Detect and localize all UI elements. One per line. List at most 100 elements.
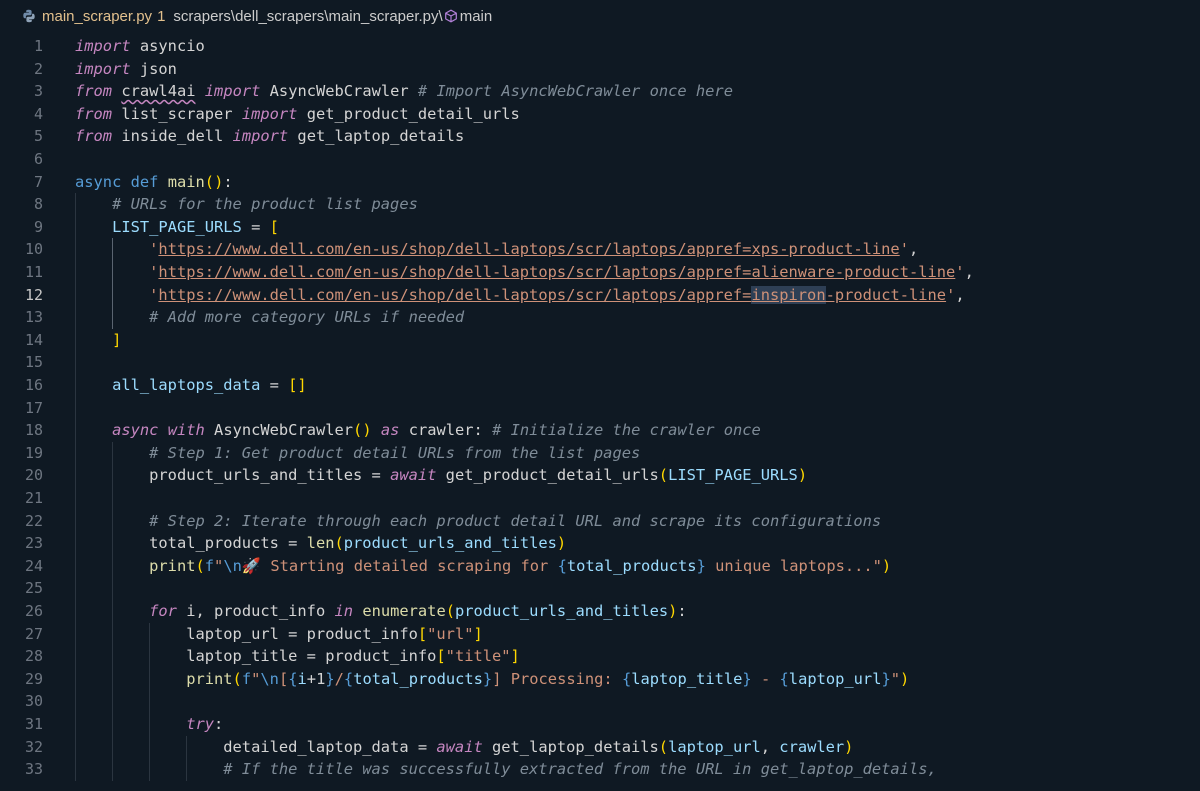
code-text: async def main(): [75, 172, 233, 191]
code-text: print(f"\n[{i+1}/{total_products}] Proce… [186, 669, 910, 688]
code-text: from inside_dell import get_laptop_detai… [75, 127, 465, 146]
line-number: 2 [33, 59, 43, 78]
code-line[interactable]: 15 [0, 351, 1200, 374]
code-line[interactable]: 5 from inside_dell import get_laptop_deta… [0, 125, 1200, 148]
line-number: 29 [24, 669, 43, 688]
code-text: # If the title was successfully extracte… [223, 760, 937, 779]
code-line[interactable]: 9 LIST_PAGE_URLS = [ [0, 216, 1200, 239]
code-line[interactable]: 30 [0, 690, 1200, 713]
code-text: import asyncio [75, 37, 205, 55]
code-line[interactable]: 11 'https://www.dell.com/en-us/shop/dell… [0, 261, 1200, 284]
line-number: 10 [24, 240, 43, 259]
breadcrumb-path[interactable]: scrapers\dell_scrapers\main_scraper.py\ [173, 8, 442, 25]
code-text: ] [112, 330, 122, 349]
breadcrumb-symbol[interactable]: main [460, 8, 493, 25]
line-number: 20 [24, 466, 43, 485]
code-text: laptop_title = product_info["title"] [186, 647, 520, 666]
line-number: 11 [24, 263, 43, 281]
indent-guide [75, 193, 76, 781]
code-line[interactable]: 29 print(f"\n[{i+1}/{total_products}] Pr… [0, 668, 1200, 691]
line-number: 1 [33, 37, 43, 55]
code-text: LIST_PAGE_URLS = [ [112, 217, 279, 236]
line-number: 6 [33, 150, 43, 168]
line-number: 13 [24, 308, 43, 327]
code-line[interactable]: 19 # Step 1: Get product detail URLs fro… [0, 442, 1200, 465]
code-line[interactable]: 14 ] [0, 329, 1200, 352]
line-number: 31 [24, 715, 43, 733]
code-text: # URLs for the product list pages [112, 195, 418, 214]
code-text: async with AsyncWebCrawler() as crawler:… [112, 421, 761, 440]
code-line[interactable]: 10 'https://www.dell.com/en-us/shop/dell… [0, 238, 1200, 261]
code-text: import json [75, 59, 177, 78]
code-line[interactable]: 33 # If the title was successfully extra… [0, 758, 1200, 781]
code-line[interactable]: 31 try: [0, 713, 1200, 736]
code-text: # Add more category URLs if needed [149, 308, 465, 327]
indent-guide [112, 441, 114, 781]
line-number: 30 [24, 692, 43, 711]
line-number: 4 [33, 104, 43, 123]
line-number: 32 [24, 737, 43, 756]
code-line[interactable]: 20 product_urls_and_titles = await get_p… [0, 464, 1200, 487]
code-text: # Step 2: Iterate through each product d… [149, 511, 882, 530]
line-number: 25 [24, 579, 43, 598]
problems-count: 1 [157, 7, 166, 25]
line-number: 5 [33, 127, 43, 146]
breadcrumb: main_scraper.py 1 scrapers\dell_scrapers… [0, 0, 1200, 32]
code-text: 'https://www.dell.com/en-us/shop/dell-la… [149, 285, 965, 304]
code-text: from crawl4ai import AsyncWebCrawler # I… [75, 82, 733, 101]
line-number: 23 [24, 534, 43, 553]
line-number: 33 [24, 760, 43, 779]
code-text: from list_scraper import get_product_det… [75, 104, 520, 123]
code-text: laptop_url = product_info["url"] [186, 624, 483, 643]
code-line[interactable]: 16 all_laptops_data = [] [0, 374, 1200, 397]
indent-guide [112, 238, 114, 329]
code-line[interactable]: 12 'https://www.dell.com/en-us/shop/dell… [0, 284, 1200, 307]
line-number: 7 [33, 172, 43, 191]
python-file-icon [22, 9, 36, 23]
line-number: 27 [24, 624, 43, 643]
code-line[interactable]: 2 import json [0, 58, 1200, 81]
code-editor[interactable]: 1 import asyncio 2 import json 3 from crawl4a… [0, 35, 1200, 791]
code-line[interactable]: 4 from list_scraper import get_product_de… [0, 103, 1200, 126]
indent-guide [149, 622, 151, 781]
code-line[interactable]: 1 import asyncio [0, 35, 1200, 58]
code-line[interactable]: 3 from crawl4ai import AsyncWebCrawler # … [0, 80, 1200, 103]
line-number: 17 [24, 398, 43, 417]
line-number: 26 [24, 602, 43, 620]
line-number: 8 [33, 195, 43, 214]
line-number: 18 [24, 421, 43, 440]
breadcrumb-file[interactable]: main_scraper.py [42, 8, 152, 25]
code-line[interactable]: 13 # Add more category URLs if needed [0, 306, 1200, 329]
code-line[interactable]: 25 [0, 577, 1200, 600]
line-number: 19 [24, 443, 43, 462]
code-line[interactable]: 7 async def main(): [0, 171, 1200, 194]
code-text: print(f"\n🚀 Starting detailed scraping f… [149, 556, 892, 575]
code-line[interactable]: 26 for i, product_info in enumerate(prod… [0, 600, 1200, 623]
code-text: # Step 1: Get product detail URLs from t… [149, 443, 641, 462]
code-line[interactable]: 6 [0, 148, 1200, 171]
line-number: 21 [24, 489, 43, 507]
symbol-module-icon [444, 9, 458, 23]
code-line[interactable]: 24 print(f"\n🚀 Starting detailed scrapin… [0, 555, 1200, 578]
code-line[interactable]: 18 async with AsyncWebCrawler() as crawl… [0, 419, 1200, 442]
code-line[interactable]: 23 total_products = len(product_urls_and… [0, 532, 1200, 555]
line-number: 15 [24, 353, 43, 372]
line-number: 28 [24, 647, 43, 666]
indent-guide [186, 735, 188, 781]
code-text: all_laptops_data = [] [112, 376, 307, 394]
code-line[interactable]: 8 # URLs for the product list pages [0, 193, 1200, 216]
line-number: 12 [24, 285, 43, 304]
code-line[interactable]: 28 laptop_title = product_info["title"] [0, 645, 1200, 668]
code-line[interactable]: 22 # Step 2: Iterate through each produc… [0, 510, 1200, 533]
code-text: 'https://www.dell.com/en-us/shop/dell-la… [149, 263, 974, 281]
line-number: 3 [33, 82, 43, 101]
code-line[interactable]: 27 laptop_url = product_info["url"] [0, 623, 1200, 646]
code-line[interactable]: 21 [0, 487, 1200, 510]
code-line[interactable]: 32 detailed_laptop_data = await get_lapt… [0, 736, 1200, 759]
line-number: 9 [33, 217, 43, 236]
line-number: 24 [24, 556, 43, 575]
code-text: for i, product_info in enumerate(product… [149, 602, 687, 620]
code-line[interactable]: 17 [0, 397, 1200, 420]
code-text: 'https://www.dell.com/en-us/shop/dell-la… [149, 240, 919, 259]
code-text: detailed_laptop_data = await get_laptop_… [223, 737, 854, 756]
